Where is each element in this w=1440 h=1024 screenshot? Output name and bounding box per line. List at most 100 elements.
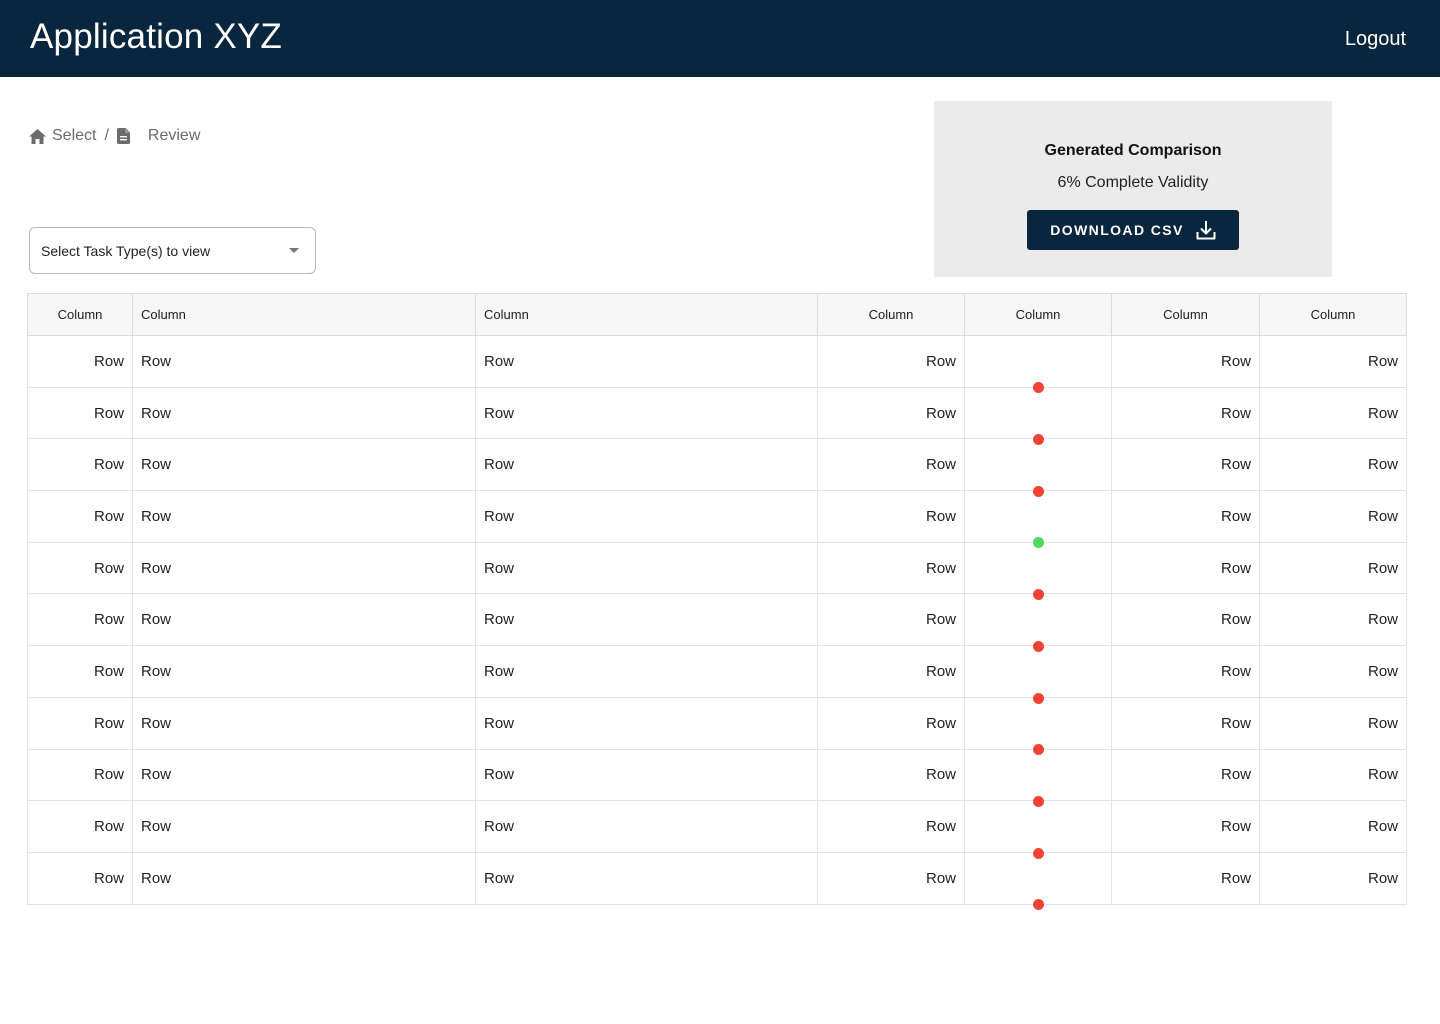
table-cell: Row <box>817 541 965 595</box>
table-cell: Row <box>817 645 965 698</box>
table-cell: Row <box>817 800 965 853</box>
table-cell: Row <box>475 593 818 647</box>
logout-button[interactable]: Logout <box>1345 28 1406 51</box>
table-cell: Row <box>27 541 133 595</box>
status-cell <box>964 386 1112 446</box>
app-header: Application XYZ Logout <box>0 0 1440 77</box>
table-cell: Row <box>132 696 476 750</box>
status-cell <box>964 800 1112 859</box>
status-dot-icon <box>1032 434 1044 446</box>
table-cell: Row <box>1111 696 1260 750</box>
table-cell: Row <box>27 490 133 543</box>
table-cell: Row <box>475 335 818 388</box>
table-cell: Row <box>132 335 476 388</box>
table-cell: Row <box>1111 748 1260 802</box>
table-cell: Row <box>132 748 476 802</box>
table-row[interactable]: Row Row Row Row Row Row <box>27 696 1407 756</box>
table-cell: Row <box>132 541 476 595</box>
table-cell: Row <box>817 386 965 440</box>
column-header[interactable]: Column <box>817 293 965 336</box>
download-csv-label: DOWNLOAD CSV <box>1050 222 1184 238</box>
table-cell: Row <box>475 490 818 543</box>
table-cell: Row <box>132 851 476 905</box>
home-icon <box>29 128 46 144</box>
column-header[interactable]: Column <box>1111 293 1260 336</box>
table-cell: Row <box>817 490 965 543</box>
column-header[interactable]: Column <box>1259 293 1407 336</box>
table-cell: Row <box>1259 748 1407 802</box>
table-cell: Row <box>1259 541 1407 595</box>
table-cell: Row <box>475 748 818 802</box>
breadcrumb-item-select[interactable]: Select <box>29 127 96 145</box>
column-header[interactable]: Column <box>27 293 133 336</box>
status-cell <box>964 541 1112 601</box>
table-row[interactable]: Row Row Row Row Row Row <box>27 748 1407 807</box>
table-cell: Row <box>1259 593 1407 647</box>
status-dot-icon <box>1032 795 1044 807</box>
status-cell <box>964 851 1112 911</box>
status-cell <box>964 593 1112 652</box>
table-row[interactable]: Row Row Row Row Row Row <box>27 541 1407 601</box>
column-header[interactable]: Column <box>964 293 1112 336</box>
table-cell: Row <box>1259 335 1407 388</box>
status-dot-icon <box>1032 537 1044 549</box>
column-header[interactable]: Column <box>132 293 476 336</box>
summary-title: Generated Comparison <box>1044 142 1222 159</box>
table-row[interactable]: Row Row Row Row Row Row <box>27 335 1407 394</box>
breadcrumb-separator: / <box>104 127 109 144</box>
task-type-select[interactable]: Select Task Type(s) to view <box>29 227 316 274</box>
table-cell: Row <box>475 696 818 750</box>
table-cell: Row <box>132 800 476 853</box>
table-cell: Row <box>132 438 476 492</box>
status-cell <box>964 438 1112 497</box>
status-dot-icon <box>1032 692 1044 704</box>
status-dot-icon <box>1032 847 1044 859</box>
table-cell: Row <box>132 645 476 698</box>
breadcrumb-item-review[interactable]: Review <box>148 127 200 145</box>
table-cell: Row <box>817 696 965 750</box>
document-icon <box>116 128 130 144</box>
table-cell: Row <box>817 335 965 388</box>
table-cell: Row <box>132 593 476 647</box>
table-cell: Row <box>1111 335 1260 388</box>
table-cell: Row <box>1259 696 1407 750</box>
table-cell: Row <box>1111 438 1260 492</box>
table-cell: Row <box>27 800 133 853</box>
status-dot-icon <box>1032 899 1044 911</box>
table-row[interactable]: Row Row Row Row Row Row <box>27 851 1407 911</box>
status-dot-icon <box>1032 744 1044 756</box>
table-cell: Row <box>475 645 818 698</box>
table-cell: Row <box>132 386 476 440</box>
status-cell <box>964 748 1112 807</box>
status-cell <box>964 490 1112 549</box>
status-dot-icon <box>1032 589 1044 601</box>
table-cell: Row <box>475 438 818 492</box>
table-row[interactable]: Row Row Row Row Row Row <box>27 438 1407 497</box>
table-cell: Row <box>1111 490 1260 543</box>
status-dot-icon <box>1032 485 1044 497</box>
download-csv-button[interactable]: DOWNLOAD CSV <box>1027 210 1239 250</box>
table-row[interactable]: Row Row Row Row Row Row <box>27 800 1407 859</box>
table-row[interactable]: Row Row Row Row Row Row <box>27 593 1407 652</box>
download-icon <box>1196 221 1216 240</box>
table-row[interactable]: Row Row Row Row Row Row <box>27 645 1407 704</box>
table-cell: Row <box>1111 541 1260 595</box>
table-cell: Row <box>475 541 818 595</box>
table-row[interactable]: Row Row Row Row Row Row <box>27 490 1407 549</box>
table-row[interactable]: Row Row Row Row Row Row <box>27 386 1407 446</box>
status-cell <box>964 696 1112 756</box>
column-header[interactable]: Column <box>475 293 818 336</box>
breadcrumb: Select / Review <box>29 127 200 145</box>
status-dot-icon <box>1032 382 1044 394</box>
table-cell: Row <box>1111 645 1260 698</box>
status-cell <box>964 335 1112 394</box>
table-cell: Row <box>27 386 133 440</box>
table-cell: Row <box>27 851 133 905</box>
table-cell: Row <box>475 851 818 905</box>
table-cell: Row <box>817 438 965 492</box>
dropdown-arrow-icon <box>289 248 299 253</box>
app-title: Application XYZ <box>30 17 283 56</box>
table-cell: Row <box>1259 490 1407 543</box>
results-table: Column Column Column Column Column Column Colu… <box>27 293 1407 911</box>
table-cell: Row <box>27 438 133 492</box>
